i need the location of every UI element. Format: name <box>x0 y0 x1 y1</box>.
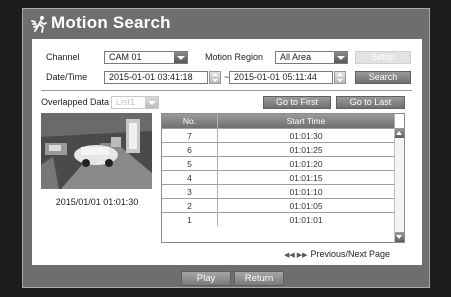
table-row[interactable]: 6 01:01:25 <box>162 142 395 157</box>
chevron-down-icon <box>334 52 347 63</box>
search-panel: Channel CAM 01 Motion Region All Area Se… <box>32 39 422 265</box>
go-to-last-button[interactable]: Go to Last <box>336 96 405 109</box>
chevron-down-icon <box>145 97 158 108</box>
table-row[interactable]: 1 01:01:01 <box>162 212 395 226</box>
event-table: No. Start Time 7 01:01:30 6 01:01:25 5 01:0… <box>162 114 395 226</box>
row-start-time: 01:01:20 <box>217 156 395 171</box>
double-arrow-icon: ◀◀ ▶▶ <box>284 252 308 259</box>
row-no: 6 <box>162 142 218 157</box>
thumbnail-timestamp: 2015/01/01 01:01:30 <box>55 197 139 207</box>
row-no: 7 <box>162 128 218 143</box>
play-button[interactable]: Play <box>181 271 231 286</box>
chevron-down-icon <box>174 52 187 63</box>
screen-frame: Motion Search Channel CAM 01 Motion Regi… <box>0 0 451 297</box>
row-start-time: 01:01:05 <box>217 198 395 213</box>
row-no: 2 <box>162 198 218 213</box>
page-title: Motion Search <box>51 13 171 32</box>
table-row[interactable]: 4 01:01:15 <box>162 170 395 185</box>
row-no: 1 <box>162 212 218 226</box>
vertical-scrollbar[interactable] <box>394 128 404 242</box>
start-datetime-spinner[interactable] <box>209 71 221 84</box>
setup-button[interactable]: Setup <box>355 51 411 64</box>
datetime-label: Date/Time <box>46 72 88 82</box>
overlapped-data-value: List1 <box>116 97 136 107</box>
motion-walker-icon <box>31 16 47 33</box>
start-datetime-field[interactable]: 2015-01-01 03:41:18 <box>104 71 208 84</box>
motion-region-value: All Area <box>280 52 312 62</box>
column-header-no: No. <box>162 114 218 129</box>
parking-garage-image <box>41 113 152 189</box>
table-header-row: No. Start Time <box>162 114 395 129</box>
table-row[interactable]: 2 01:01:05 <box>162 198 395 213</box>
row-start-time: 01:01:10 <box>217 184 395 199</box>
motion-region-label: Motion Region <box>205 52 264 62</box>
channel-value: CAM 01 <box>109 52 142 62</box>
motion-search-dialog: Motion Search Channel CAM 01 Motion Regi… <box>22 8 430 288</box>
motion-region-select[interactable]: All Area <box>275 51 348 64</box>
video-thumbnail[interactable] <box>41 113 152 189</box>
table-row[interactable]: 7 01:01:30 <box>162 128 395 143</box>
divider <box>41 90 412 91</box>
row-start-time: 01:01:25 <box>217 142 395 157</box>
row-no: 3 <box>162 184 218 199</box>
pager-label: Previous/Next Page <box>310 249 391 259</box>
go-to-first-button[interactable]: Go to First <box>263 96 331 109</box>
page-navigation[interactable]: ◀◀ ▶▶ Previous/Next Page <box>284 249 390 259</box>
row-start-time: 01:01:30 <box>217 128 395 143</box>
end-datetime-spinner[interactable] <box>334 71 346 84</box>
column-header-start-time: Start Time <box>217 114 395 129</box>
channel-select[interactable]: CAM 01 <box>104 51 188 64</box>
row-no: 5 <box>162 156 218 171</box>
overlapped-data-label: Overlapped Data <box>41 97 110 107</box>
table-row[interactable]: 5 01:01:20 <box>162 156 395 171</box>
end-datetime-field[interactable]: 2015-01-01 05:11:44 <box>229 71 333 84</box>
row-start-time: 01:01:15 <box>217 170 395 185</box>
row-no: 4 <box>162 170 218 185</box>
search-button[interactable]: Search <box>355 71 411 84</box>
title-bar: Motion Search <box>23 9 429 39</box>
return-button[interactable]: Return <box>234 271 284 286</box>
triangle-up-icon[interactable] <box>395 128 404 138</box>
overlapped-data-select[interactable]: List1 <box>111 96 159 109</box>
event-list: No. Start Time 7 01:01:30 6 01:01:25 5 01:0… <box>161 113 405 243</box>
table-row[interactable]: 3 01:01:10 <box>162 184 395 199</box>
triangle-down-icon[interactable] <box>395 232 404 242</box>
row-start-time: 01:01:01 <box>217 212 395 226</box>
channel-label: Channel <box>46 52 80 62</box>
